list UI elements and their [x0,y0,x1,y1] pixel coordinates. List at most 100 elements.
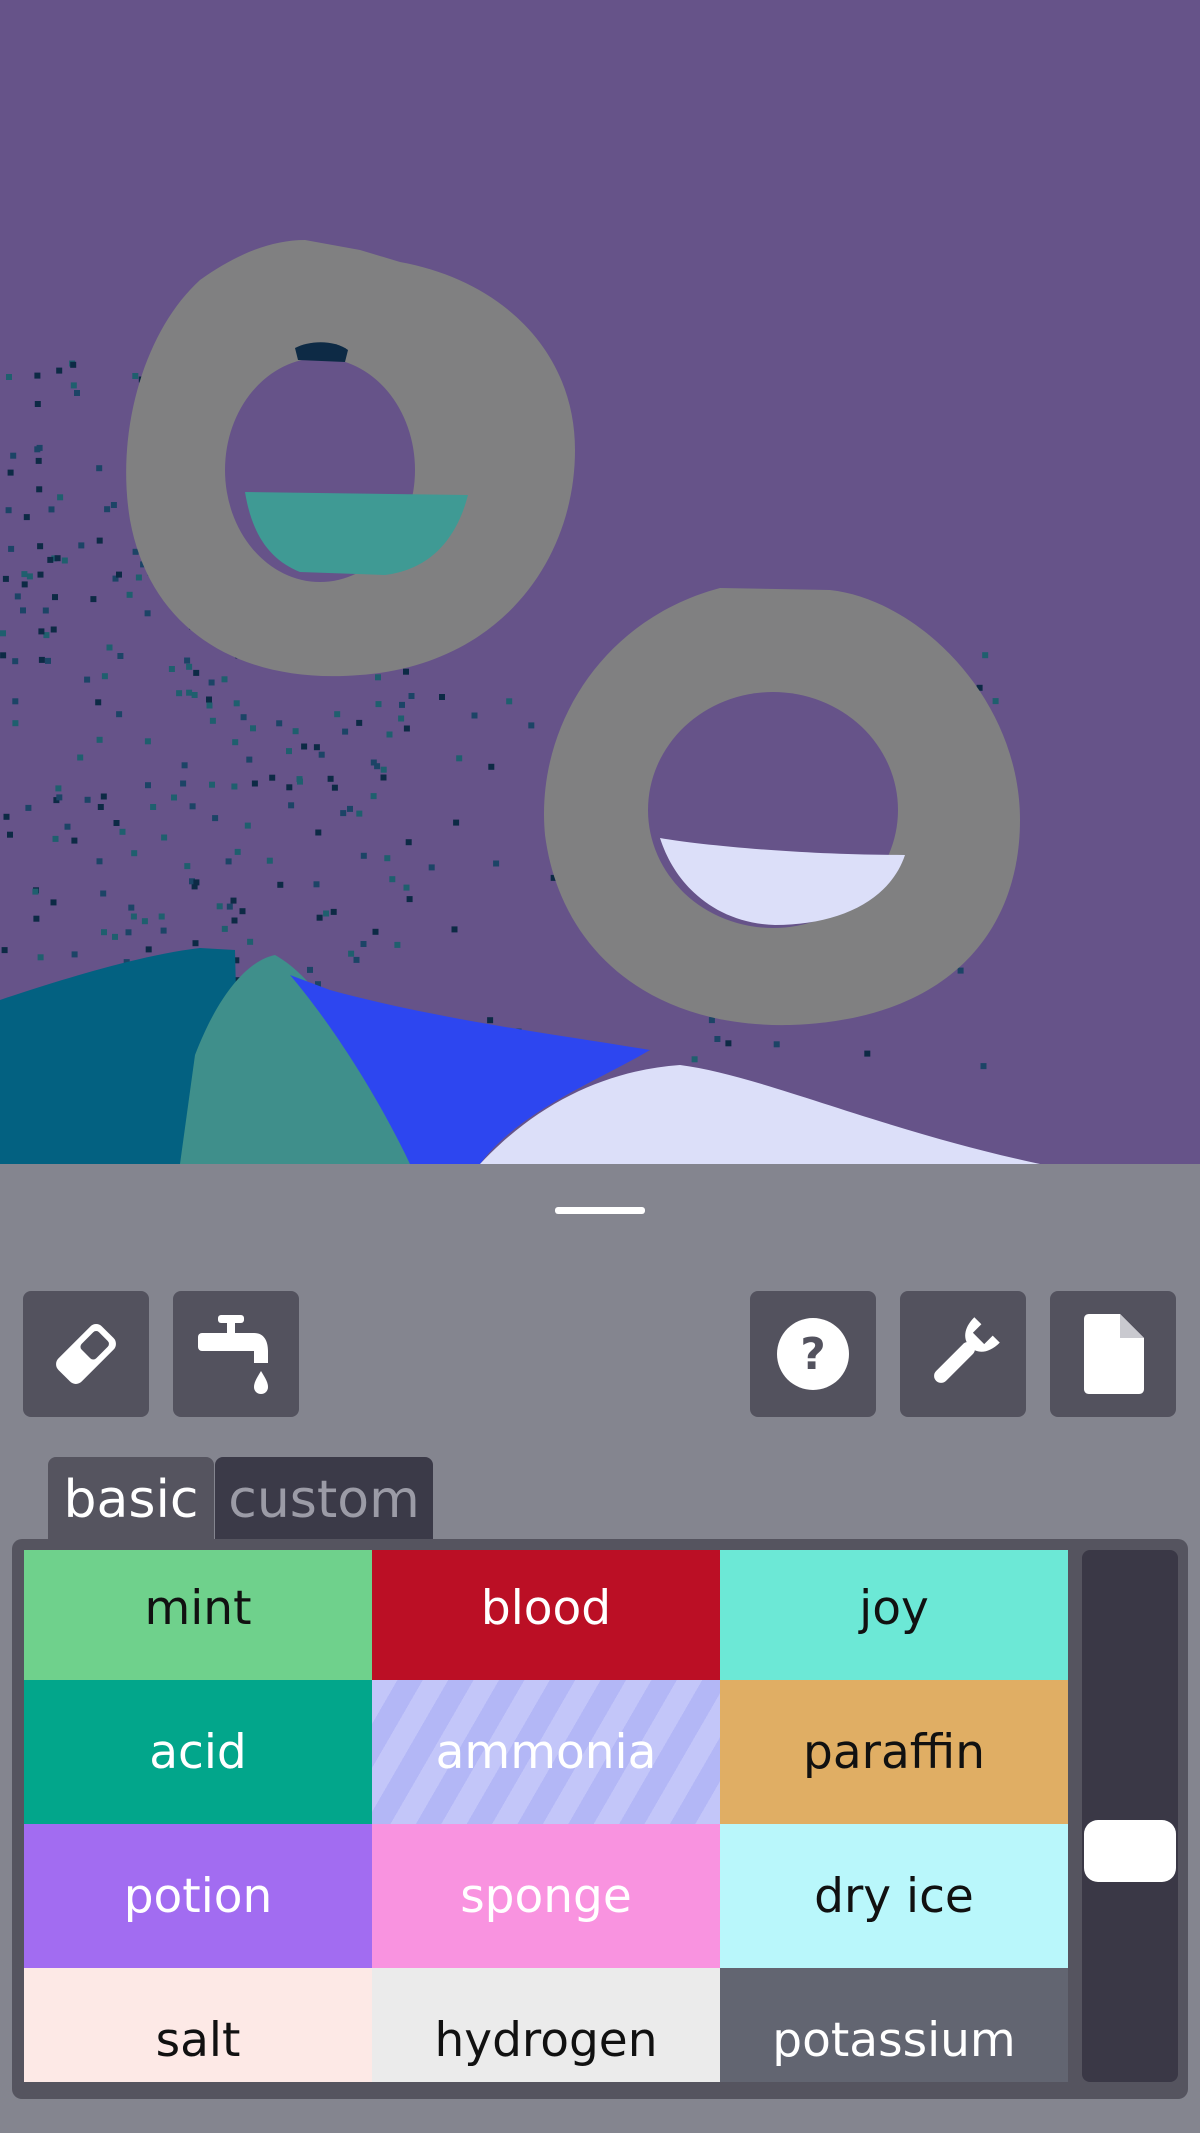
gas-particle [57,494,64,501]
gas-particle [288,802,295,809]
gas-particle [34,446,41,453]
gas-particle [244,822,251,829]
element-salt[interactable]: salt [24,1968,372,2082]
gas-particle [246,756,253,763]
gas-particle [38,656,45,663]
element-dry-ice[interactable]: dry ice [720,1824,1068,1968]
glass-flask-right [543,588,1020,1026]
simulation-canvas[interactable] [0,0,1200,1164]
tap-button[interactable] [173,1291,299,1417]
question-icon: ? [777,1318,849,1390]
gas-particle [96,736,103,743]
gas-particle [208,679,215,686]
gas-particle [487,1017,494,1024]
gas-particle [128,904,135,911]
gas-particle [327,775,334,782]
gas-particle [277,881,284,888]
gas-particle [193,879,200,886]
gas-particle [342,728,349,735]
gas-particle [375,674,381,681]
gas-particle [471,712,478,719]
gas-particle [171,794,177,801]
element-sponge[interactable]: sponge [372,1824,720,1968]
element-acid[interactable]: acid [24,1680,372,1824]
drawer-handle[interactable] [555,1207,645,1214]
gas-particle [47,556,54,563]
gas-particle [250,725,256,732]
gas-particle [233,700,240,707]
gas-particle [78,542,85,549]
gas-particle [176,690,183,697]
gas-particle [55,785,62,792]
element-ammonia[interactable]: ammonia [372,1680,720,1824]
scrollbar-thumb[interactable] [1084,1820,1176,1882]
gas-particle [406,896,413,903]
gas-particle [14,593,21,600]
gas-particle [347,805,353,812]
gas-particle [38,628,45,635]
gas-particle [12,658,19,665]
gas-particle [225,858,232,865]
tab-custom[interactable]: custom [215,1457,433,1543]
gas-particle [70,361,77,368]
element-blood[interactable]: blood [372,1550,720,1680]
gas-particle [276,720,283,727]
gas-particle [191,692,198,698]
help-button[interactable]: ? [750,1291,876,1417]
gas-particle [307,966,313,973]
gas-particle [141,918,148,925]
gas-particle [2,575,9,582]
gas-particle [144,610,151,617]
gas-particle [206,702,213,709]
gas-particle [221,925,228,932]
settings-button[interactable] [900,1291,1026,1417]
eraser-button[interactable] [23,1291,149,1417]
element-joy[interactable]: joy [720,1550,1068,1680]
gas-particle [864,1050,871,1057]
gas-particle [375,701,382,708]
element-potion[interactable]: potion [24,1824,372,1968]
gas-particle [12,698,19,705]
gas-particle [7,831,13,838]
file-button[interactable] [1050,1291,1176,1417]
gas-particle [37,571,44,578]
gas-particle [234,848,241,855]
gas-particle [232,739,239,746]
element-mint[interactable]: mint [24,1550,372,1680]
element-paraffin[interactable]: paraffin [720,1680,1068,1824]
gas-particle [493,860,500,867]
tab-basic[interactable]: basic [48,1457,214,1543]
gas-particle [64,823,71,830]
element-potassium[interactable]: potassium [720,1968,1068,2082]
eraser-icon [56,1324,116,1384]
palette-scrollbar[interactable] [1082,1550,1178,2082]
gas-particle [330,908,337,915]
gas-particle [61,557,68,564]
gas-particle [84,676,91,683]
gas-particle [403,668,409,675]
gas-particle [451,926,458,933]
wrench-icon [934,1317,1000,1383]
gas-particle [192,940,199,947]
gas-particle [386,731,393,738]
gas-particle [42,607,49,614]
gas-particle [100,793,107,800]
gas-particle [360,941,367,947]
gas-particle [116,571,122,578]
gas-particle [96,465,103,472]
gas-particle [144,738,151,745]
gas-particle [318,751,325,758]
gas-particle [126,591,133,598]
gas-particle [96,858,103,865]
gas-particle [389,876,396,883]
element-hydrogen[interactable]: hydrogen [372,1968,720,2082]
gas-particle [982,652,989,659]
gas-particle [21,571,28,578]
gas-particle [292,728,299,735]
gas-particle [168,666,175,672]
gas-particle [33,915,40,922]
gas-particle [340,810,347,817]
gas-particle [5,507,12,514]
gas-particle [408,693,415,699]
gas-particle [313,744,320,751]
